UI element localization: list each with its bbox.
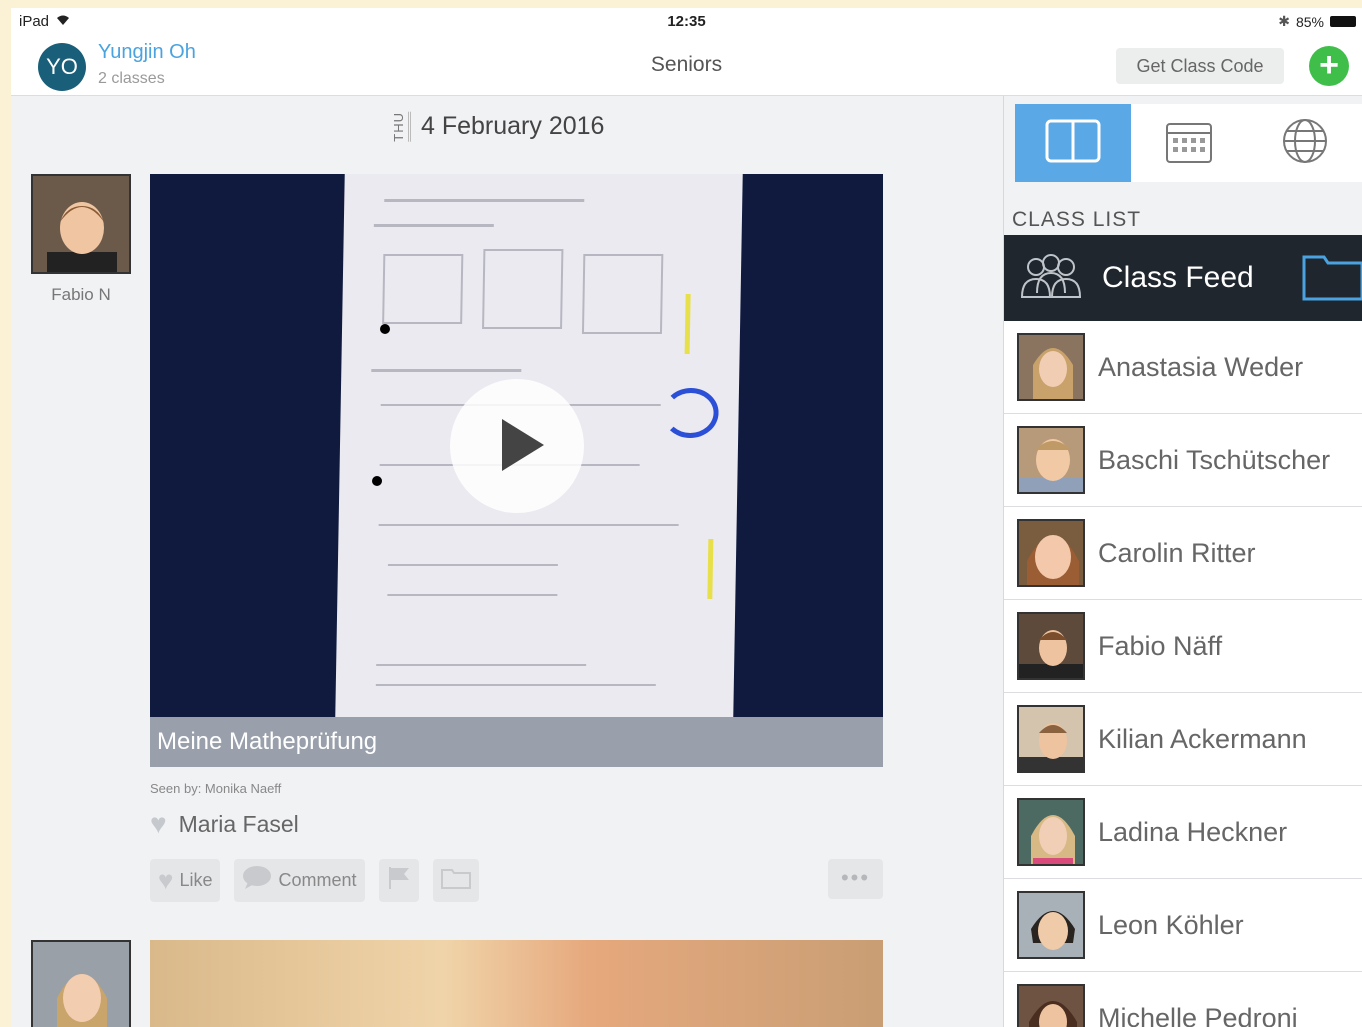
student-row[interactable]: Michelle Pedroni: [1004, 972, 1362, 1027]
comment-label: Comment: [278, 870, 357, 890]
book-icon: [1045, 119, 1101, 168]
sidebar-tabs: [1015, 104, 1362, 182]
student-row[interactable]: Carolin Ritter: [1004, 507, 1362, 600]
likes-row: ♥ Maria Fasel: [150, 810, 299, 838]
post-video[interactable]: [150, 174, 883, 717]
class-list-heading: CLASS LIST: [1012, 208, 1142, 231]
comment-button[interactable]: Comment: [234, 859, 365, 902]
flag-icon: [388, 866, 410, 895]
post-author-avatar[interactable]: [31, 940, 131, 1027]
feed-date: 4 February 2016: [421, 112, 605, 141]
post-caption: Meine Matheprüfung: [150, 717, 883, 767]
folder-button[interactable]: [432, 859, 479, 902]
group-icon: [1018, 253, 1084, 304]
pen-mark: [662, 388, 720, 438]
like-button[interactable]: ♥ Like: [150, 859, 221, 902]
feed-date-header: THU 4 February 2016: [391, 112, 604, 142]
play-icon[interactable]: [450, 379, 584, 513]
child-face-icon: [57, 974, 107, 1027]
student-avatar: [1017, 798, 1085, 866]
class-sidebar: CLASS LIST Class Feed Anastasia Weder Ba…: [1003, 96, 1362, 1027]
more-options-button[interactable]: •••: [828, 859, 883, 899]
student-name: Baschi Tschütscher: [1098, 444, 1331, 475]
flag-button[interactable]: [378, 859, 419, 902]
student-list: Anastasia Weder Baschi Tschütscher Carol…: [1004, 321, 1362, 1027]
student-name: Ladina Heckner: [1098, 816, 1288, 847]
student-row[interactable]: Baschi Tschütscher: [1004, 414, 1362, 507]
student-avatar: [1017, 612, 1085, 680]
student-avatar: [1017, 891, 1085, 959]
calendar-icon: [1165, 118, 1213, 169]
liked-by-name: Maria Fasel: [178, 810, 299, 837]
student-name: Michelle Pedroni: [1098, 1002, 1298, 1027]
app-screen: iPad 12:35 ✱ 85% YO Yungjin Oh 2 classes…: [11, 8, 1362, 1027]
seen-by-text: Seen by: Monika Naeff: [150, 781, 282, 796]
like-label: Like: [179, 870, 213, 890]
child-face-icon: [47, 202, 117, 272]
battery-percentage: 85%: [1295, 13, 1324, 30]
student-avatar: [1017, 984, 1085, 1027]
tab-book[interactable]: [1015, 104, 1131, 182]
student-avatar: [1017, 705, 1085, 773]
app-header: YO Yungjin Oh 2 classes Seniors Get Clas…: [11, 34, 1362, 96]
post-author-name: Fabio N: [51, 285, 111, 304]
heart-icon: ♥: [150, 808, 167, 839]
day-of-week: THU: [391, 112, 411, 142]
student-name: Fabio Näff: [1098, 630, 1223, 661]
folder-icon: [440, 867, 471, 894]
student-avatar: [1017, 519, 1085, 587]
post-actions: ♥ Like Comment: [150, 859, 479, 902]
student-name: Carolin Ritter: [1098, 537, 1256, 568]
tab-calendar[interactable]: [1131, 104, 1247, 182]
student-name: Kilian Ackermann: [1098, 723, 1307, 754]
student-row[interactable]: Ladina Heckner: [1004, 786, 1362, 879]
speech-bubble-icon: [242, 865, 272, 896]
student-avatar: [1017, 333, 1085, 401]
student-row[interactable]: Leon Köhler: [1004, 879, 1362, 972]
tab-globe[interactable]: [1247, 104, 1362, 182]
post-author-avatar[interactable]: [31, 174, 131, 274]
clock: 12:35: [667, 13, 706, 30]
status-bar: iPad 12:35 ✱ 85%: [11, 8, 1362, 34]
student-avatar: [1017, 426, 1085, 494]
student-row[interactable]: Fabio Näff: [1004, 600, 1362, 693]
student-name: Anastasia Weder: [1098, 351, 1304, 382]
add-plus-icon[interactable]: +: [1309, 46, 1349, 86]
student-row[interactable]: Anastasia Weder: [1004, 321, 1362, 414]
bluetooth-icon: ✱: [1278, 13, 1290, 29]
class-feed-item[interactable]: Class Feed: [1004, 235, 1362, 321]
globe-icon: [1281, 117, 1329, 170]
heart-icon: ♥: [158, 865, 174, 895]
class-feed-label: Class Feed: [1102, 261, 1254, 294]
folder-icon[interactable]: [1302, 251, 1362, 306]
battery-icon: [1330, 16, 1356, 27]
post-photo[interactable]: [150, 940, 883, 1027]
get-class-code-button[interactable]: Get Class Code: [1116, 48, 1284, 84]
student-row[interactable]: Kilian Ackermann: [1004, 693, 1362, 786]
student-name: Leon Köhler: [1098, 909, 1244, 940]
